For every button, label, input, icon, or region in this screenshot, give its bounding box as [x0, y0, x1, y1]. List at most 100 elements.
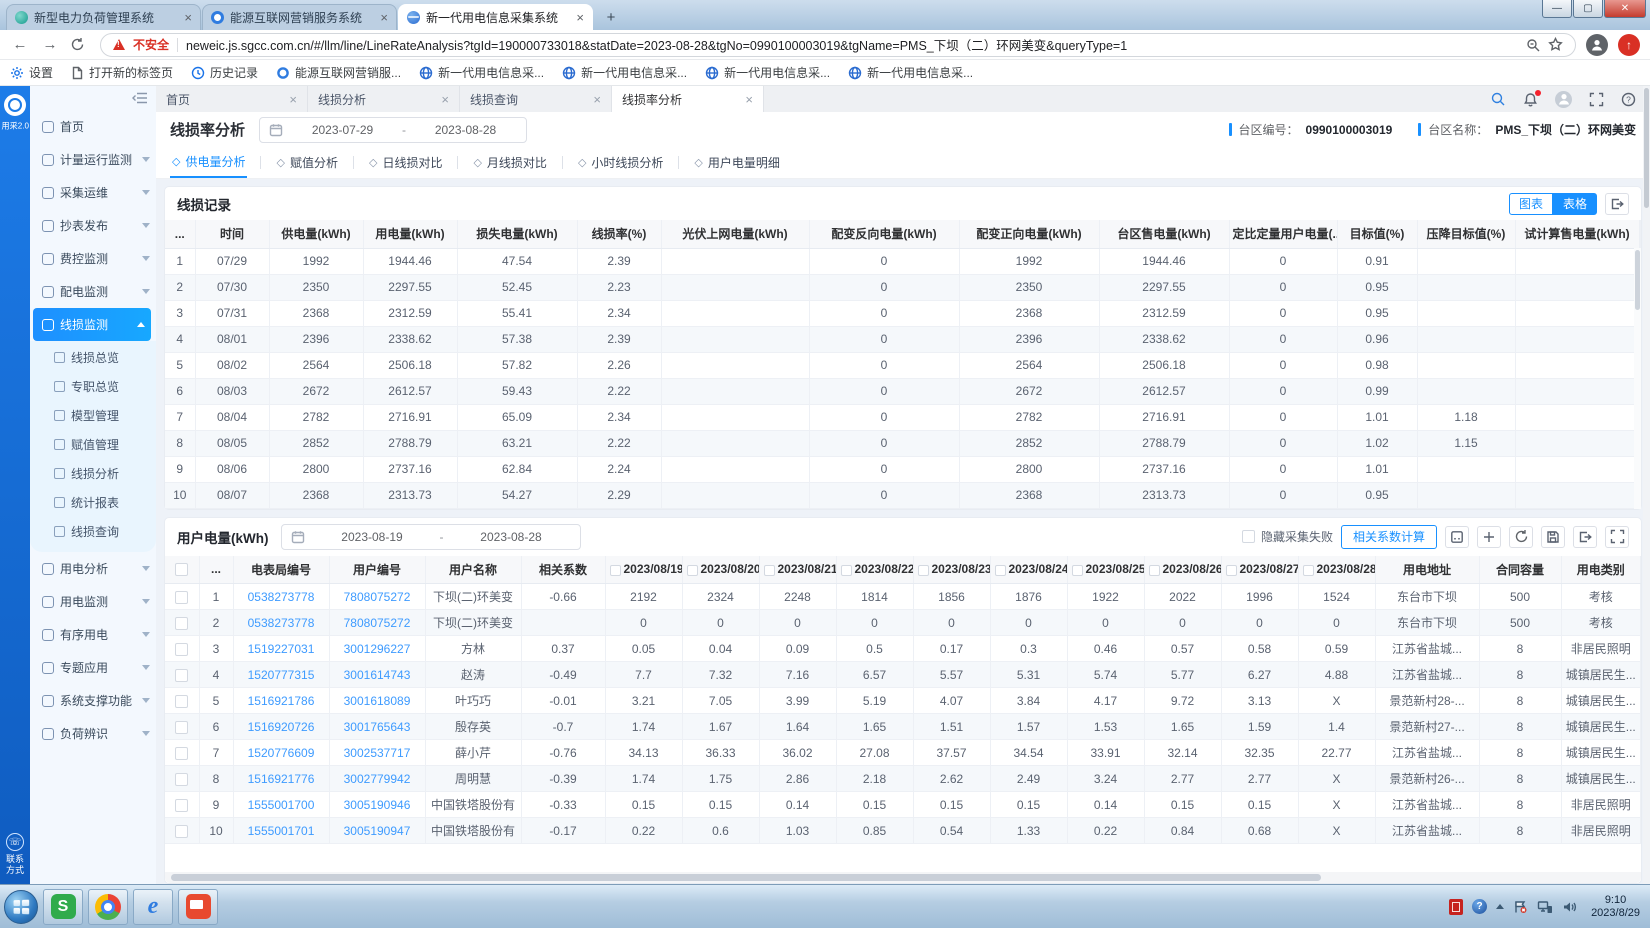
- meter-number-link[interactable]: 1516921776: [248, 772, 315, 786]
- date-checkbox[interactable]: [1226, 565, 1237, 576]
- zoom-icon[interactable]: [1526, 38, 1540, 52]
- bookmark-item[interactable]: 打开新的标签页: [71, 64, 173, 81]
- bookmark-item[interactable]: 新一代用电信息采...: [848, 64, 973, 81]
- meter-number-link[interactable]: 1520777315: [248, 668, 315, 682]
- column-header[interactable]: 相关系数: [521, 556, 605, 584]
- date-column-header[interactable]: 2023/08/22: [836, 556, 913, 584]
- date-column-header[interactable]: 2023/08/26: [1144, 556, 1221, 584]
- column-header[interactable]: 配变正向电量(kWh): [959, 220, 1099, 248]
- table-row[interactable]: 315192270313001296227方林0.370.050.040.090…: [165, 636, 1641, 662]
- column-header[interactable]: 光伏上网电量(kWh): [661, 220, 809, 248]
- sidebar-collapse-icon[interactable]: [132, 91, 148, 105]
- wps-taskbar-icon[interactable]: S: [43, 889, 83, 925]
- chart-toggle-button[interactable]: 图表: [1509, 193, 1553, 215]
- browser-tab[interactable]: 新一代用电信息采集系统×: [398, 4, 593, 30]
- row-checkbox[interactable]: [165, 766, 199, 792]
- bookmark-item[interactable]: 历史记录: [191, 64, 258, 81]
- column-header[interactable]: 用户名称: [425, 556, 521, 584]
- sidebar-item-计量运行监测[interactable]: 计量运行监测: [30, 143, 156, 176]
- user-date-start[interactable]: 2023-08-19: [313, 530, 432, 544]
- column-header[interactable]: 目标值(%): [1337, 220, 1417, 248]
- tab-close-icon[interactable]: ×: [576, 10, 584, 25]
- app-tab-首页[interactable]: 首页×: [156, 86, 308, 112]
- sidebar-item-有序用电[interactable]: 有序用电: [30, 618, 156, 651]
- column-header[interactable]: 用电类别: [1561, 556, 1641, 584]
- taskbar-clock[interactable]: 9:10 2023/8/29: [1587, 894, 1640, 920]
- column-header[interactable]: 台区售电量(kWh): [1099, 220, 1229, 248]
- row-checkbox[interactable]: [165, 714, 199, 740]
- column-header[interactable]: 用电地址: [1375, 556, 1479, 584]
- correlation-calc-button[interactable]: 相关系数计算: [1341, 525, 1437, 549]
- sidebar-subitem-赋值管理[interactable]: 赋值管理: [30, 430, 156, 459]
- user-number-link[interactable]: 3001614743: [344, 668, 411, 682]
- row-checkbox[interactable]: [165, 662, 199, 688]
- sidebar-item-用电分析[interactable]: 用电分析: [30, 552, 156, 585]
- user-number-link[interactable]: 3002537717: [344, 746, 411, 760]
- user-number-link[interactable]: 3001765643: [344, 720, 411, 734]
- bookmark-star-icon[interactable]: [1548, 37, 1563, 52]
- table-row[interactable]: 615169207263001765643殷存英-0.71.741.671.64…: [165, 714, 1641, 740]
- meter-number-link[interactable]: 1520776609: [248, 746, 315, 760]
- meter-number-link[interactable]: 0538273778: [248, 590, 315, 604]
- table-row[interactable]: 107/2919921944.4647.542.39019921944.4600…: [165, 248, 1641, 274]
- forward-icon[interactable]: →: [40, 36, 60, 53]
- add-icon[interactable]: [1477, 526, 1501, 548]
- column-header[interactable]: 合同容量: [1479, 556, 1561, 584]
- bookmark-item[interactable]: 新一代用电信息采...: [562, 64, 687, 81]
- meter-number-link[interactable]: 1516921786: [248, 694, 315, 708]
- select-all-checkbox[interactable]: [165, 556, 199, 584]
- table-row[interactable]: 415207773153001614743赵涛-0.497.77.327.166…: [165, 662, 1641, 688]
- table-row[interactable]: 908/0628002737.1662.842.24028002737.1601…: [165, 456, 1641, 482]
- subtab-小时线损分析[interactable]: ◇小时线损分析: [576, 147, 665, 178]
- ime-stamp-icon[interactable]: [1449, 899, 1463, 915]
- table-row[interactable]: 307/3123682312.5955.412.34023682312.5900…: [165, 300, 1641, 326]
- new-tab-button[interactable]: +: [598, 6, 624, 28]
- user-number-link[interactable]: 3001618089: [344, 694, 411, 708]
- bookmark-item[interactable]: 能源互联网营销服...: [276, 64, 401, 81]
- user-number-link[interactable]: 3005190947: [344, 824, 411, 838]
- row-checkbox[interactable]: [165, 792, 199, 818]
- meter-number-link[interactable]: 1516920726: [248, 720, 315, 734]
- table-row[interactable]: 608/0326722612.5759.432.22026722612.5700…: [165, 378, 1641, 404]
- user-avatar[interactable]: [1555, 91, 1572, 108]
- column-header[interactable]: 试计算线损率(%): [1639, 220, 1641, 248]
- table-toggle-button[interactable]: 表格: [1553, 193, 1597, 215]
- sidebar-item-首页[interactable]: 首页: [30, 110, 156, 143]
- close-button[interactable]: ✕: [1604, 0, 1646, 18]
- sidebar-item-专题应用[interactable]: 专题应用: [30, 651, 156, 684]
- column-header[interactable]: 时间: [195, 220, 269, 248]
- date-column-header[interactable]: 2023/08/24: [990, 556, 1067, 584]
- date-column-header[interactable]: 2023/08/23: [913, 556, 990, 584]
- column-header[interactable]: 供电量(kWh): [269, 220, 363, 248]
- tab-close-icon[interactable]: ×: [184, 10, 192, 25]
- table-row[interactable]: 715207766093002537717薛小芹-0.7634.1336.333…: [165, 740, 1641, 766]
- column-header[interactable]: 定比定量用户电量(...: [1229, 220, 1337, 248]
- browser-tab[interactable]: 新型电力负荷管理系统×: [6, 4, 201, 30]
- user-number-link[interactable]: 3002779942: [344, 772, 411, 786]
- table-row[interactable]: 408/0123962338.6257.382.39023962338.6200…: [165, 326, 1641, 352]
- date-column-header[interactable]: 2023/08/19: [605, 556, 682, 584]
- tray-expand-icon[interactable]: [1496, 904, 1504, 909]
- page-scrollbar[interactable]: [1643, 86, 1650, 884]
- help-icon[interactable]: ?: [1621, 92, 1636, 107]
- date-checkbox[interactable]: [610, 565, 621, 576]
- subtab-月线损对比[interactable]: ◇月线损对比: [471, 147, 548, 178]
- app-tab-线损率分析[interactable]: 线损率分析×: [612, 86, 764, 112]
- sidebar-item-用电监测[interactable]: 用电监测: [30, 585, 156, 618]
- date-checkbox[interactable]: [918, 565, 929, 576]
- app-tab-线损分析[interactable]: 线损分析×: [308, 86, 460, 112]
- contact-label[interactable]: 联系 方式: [6, 854, 24, 876]
- table-row[interactable]: 105382737787808075272下坝(二)环美变-0.66219223…: [165, 584, 1641, 610]
- date-end[interactable]: 2023-08-28: [414, 123, 517, 137]
- date-column-header[interactable]: 2023/08/27: [1221, 556, 1298, 584]
- date-column-header[interactable]: 2023/08/21: [759, 556, 836, 584]
- row-checkbox[interactable]: [165, 636, 199, 662]
- sidebar-subitem-统计报表[interactable]: 统计报表: [30, 488, 156, 517]
- column-header[interactable]: 用电量(kWh): [363, 220, 457, 248]
- back-icon[interactable]: ←: [10, 36, 30, 53]
- row-checkbox[interactable]: [165, 818, 199, 844]
- table-scrollbar[interactable]: [1634, 248, 1641, 509]
- subtab-赋值分析[interactable]: ◇赋值分析: [274, 147, 339, 178]
- start-button[interactable]: [4, 890, 38, 924]
- table-row[interactable]: 808/0528522788.7963.212.22028522788.7901…: [165, 430, 1641, 456]
